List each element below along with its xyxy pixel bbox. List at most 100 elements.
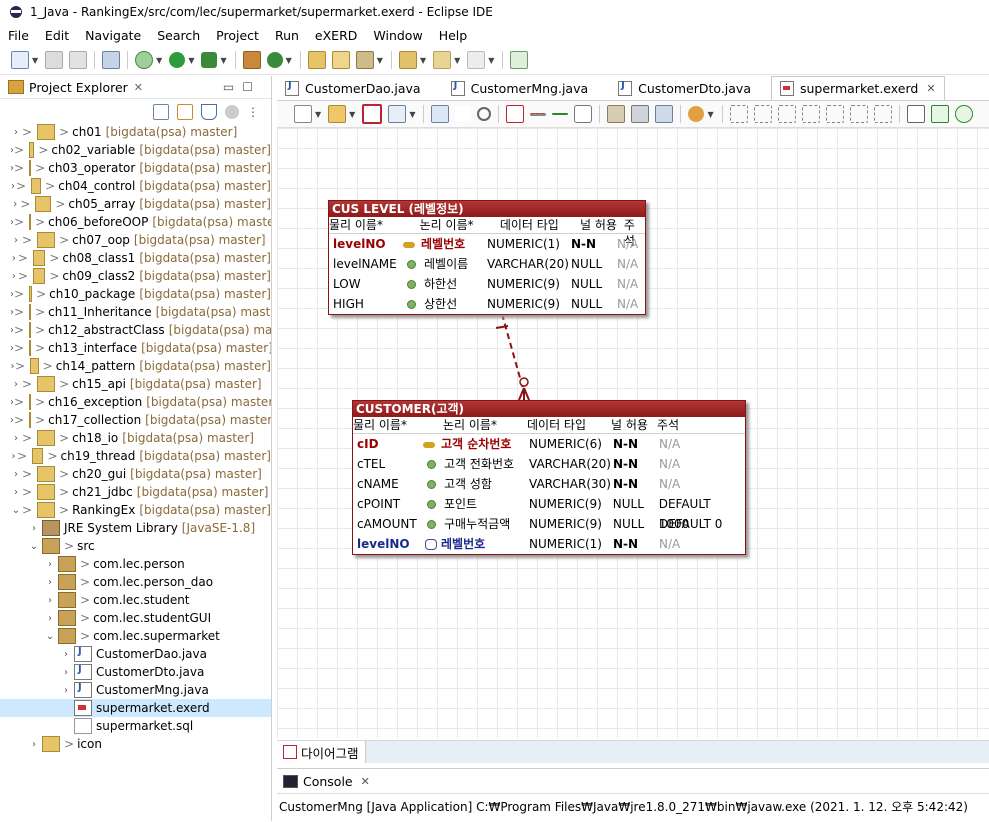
tree-project-ch03[interactable]: › > > ch03_operator [bigdata(psa) master] bbox=[0, 159, 271, 177]
zoom-icon[interactable] bbox=[477, 107, 492, 121]
notation-icon[interactable] bbox=[328, 105, 347, 123]
image-icon[interactable] bbox=[655, 105, 674, 123]
distribute-icon[interactable] bbox=[873, 105, 892, 123]
entity-customer[interactable]: CUSTOMER(고객) 물리 이름* 논리 이름* 데이터 타입 널 허용 주… bbox=[352, 400, 746, 555]
chevron-right-icon[interactable]: › bbox=[10, 433, 22, 444]
tree-project-ch07[interactable]: › > > ch07_oop [bigdata(psa) master] bbox=[0, 231, 271, 249]
chevron-right-icon[interactable]: › bbox=[10, 469, 22, 480]
align-left-icon[interactable] bbox=[729, 105, 748, 123]
debug-dropdown-icon[interactable]: ▼ bbox=[156, 56, 162, 65]
tree-project-ch19[interactable]: › > > ch19_thread [bigdata(psa) master] bbox=[0, 447, 271, 465]
menu-exerd[interactable]: eXERD bbox=[307, 28, 365, 43]
chevron-right-icon[interactable]: › bbox=[10, 235, 22, 246]
chevron-right-icon[interactable]: › bbox=[10, 127, 22, 138]
skip-breakpoints-icon[interactable] bbox=[102, 51, 121, 69]
tree-project-ch12[interactable]: ›>>ch12_abstractClass[bigdata(psa) maste bbox=[0, 321, 271, 339]
entity-row[interactable]: levelNO 레벨번호 NUMERIC(1) N-N N/A bbox=[329, 234, 645, 254]
align-bottom-icon[interactable] bbox=[849, 105, 868, 123]
entity-row[interactable]: cID 고객 순차번호 NUMERIC(6) N-N N/A bbox=[353, 434, 745, 454]
color-dropdown-icon[interactable]: ▼ bbox=[707, 110, 713, 119]
entity-row[interactable]: levelNO 레벨번호 NUMERIC(1) N-N N/A bbox=[353, 534, 745, 554]
align-right-icon[interactable] bbox=[777, 105, 796, 123]
sync-icon[interactable] bbox=[954, 105, 973, 123]
tree-jre-library[interactable]: › JRE System Library [JavaSE-1.8] bbox=[0, 519, 271, 537]
next-annotation-dropdown-icon[interactable]: ▼ bbox=[420, 56, 426, 65]
tree-project-ch09[interactable]: › > > ch09_class2 [bigdata(psa) master] bbox=[0, 267, 271, 285]
tree-package[interactable]: › > com.lec.studentGUI bbox=[0, 609, 271, 627]
forward-dropdown-icon[interactable]: ▼ bbox=[488, 56, 494, 65]
open-type-icon[interactable] bbox=[307, 51, 326, 69]
open-folder-icon[interactable] bbox=[331, 51, 350, 69]
run-icon[interactable] bbox=[169, 52, 186, 68]
hand-icon[interactable] bbox=[455, 106, 472, 122]
tree-file[interactable]: › CustomerMng.java bbox=[0, 681, 271, 699]
align-top-icon[interactable] bbox=[801, 105, 820, 123]
chevron-right-icon[interactable]: › bbox=[10, 271, 18, 282]
tree-project-ch14[interactable]: › > > ch14_pattern [bigdata(psa) master] bbox=[0, 357, 271, 375]
tab-diagram[interactable]: 다이어그램 bbox=[277, 741, 366, 763]
tree-file-selected[interactable]: supermarket.exerd bbox=[0, 699, 271, 717]
new-table-icon[interactable] bbox=[506, 105, 525, 123]
chevron-right-icon[interactable]: › bbox=[10, 379, 22, 390]
align-center-icon[interactable] bbox=[753, 105, 772, 123]
chevron-down-icon[interactable]: ⌄ bbox=[28, 541, 40, 552]
debug-icon[interactable] bbox=[135, 51, 154, 69]
chevron-right-icon[interactable]: › bbox=[10, 451, 17, 462]
chevron-right-icon[interactable]: › bbox=[44, 559, 56, 570]
tab-customerdao[interactable]: CustomerDao.java bbox=[277, 77, 429, 100]
tree-package[interactable]: › > com.lec.student bbox=[0, 591, 271, 609]
new-class-icon[interactable] bbox=[266, 52, 283, 68]
memo-icon[interactable] bbox=[574, 105, 593, 123]
focus-icon[interactable] bbox=[225, 105, 239, 119]
chevron-right-icon[interactable]: › bbox=[10, 253, 18, 264]
menu-window[interactable]: Window bbox=[365, 28, 430, 43]
menu-edit[interactable]: Edit bbox=[37, 28, 77, 43]
collapse-all-icon[interactable] bbox=[153, 104, 169, 120]
tree-project-ch10[interactable]: › > > ch10_package [bigdata(psa) master] bbox=[0, 285, 271, 303]
tree-icon-folder[interactable]: › > icon bbox=[0, 735, 271, 753]
next-annotation-icon[interactable] bbox=[398, 51, 417, 69]
tree-project-ch21[interactable]: › > > ch21_jdbc [bigdata(psa) master] bbox=[0, 483, 271, 501]
tree-file[interactable]: › CustomerDto.java bbox=[0, 663, 271, 681]
tab-customerdto[interactable]: CustomerDto.java bbox=[610, 77, 759, 100]
coverage-dropdown-icon[interactable]: ▼ bbox=[220, 56, 226, 65]
menu-project[interactable]: Project bbox=[208, 28, 267, 43]
new-icon[interactable] bbox=[11, 51, 29, 69]
notation-dropdown-icon[interactable]: ▼ bbox=[349, 110, 355, 119]
tree-project-rankingex[interactable]: ⌄ > > RankingEx [bigdata(psa) master] bbox=[0, 501, 271, 519]
table-mode-icon[interactable] bbox=[362, 104, 383, 124]
print-icon[interactable] bbox=[631, 105, 650, 123]
back-dropdown-icon[interactable]: ▼ bbox=[454, 56, 460, 65]
entity-row[interactable]: cNAME 고객 성함 VARCHAR(30) N-N N/A bbox=[353, 474, 745, 494]
tree-project-ch16[interactable]: › > > ch16_exception [bigdata(psa) master] bbox=[0, 393, 271, 411]
chevron-right-icon[interactable]: › bbox=[60, 685, 72, 696]
entity-row[interactable]: cAMOUNT 구매누적금액 NUMERIC(9) NULL DEFAULT 0 bbox=[353, 514, 745, 534]
tree-package[interactable]: › > com.lec.person_dao bbox=[0, 573, 271, 591]
tree-project-ch17[interactable]: › > > ch17_collection [bigdata(psa) master] bbox=[0, 411, 271, 429]
filter-icon[interactable] bbox=[201, 104, 217, 120]
erd-canvas[interactable]: CUS LEVEL (레벨정보) 물리 이름* 논리 이름* 데이터 타입 널 … bbox=[277, 128, 989, 738]
entity-cus-level[interactable]: CUS LEVEL (레벨정보) 물리 이름* 논리 이름* 데이터 타입 널 … bbox=[328, 200, 646, 315]
chevron-down-icon[interactable]: ⌄ bbox=[10, 505, 22, 516]
menu-file[interactable]: File bbox=[0, 28, 37, 43]
tree-project-ch01[interactable]: › > > ch01 [bigdata(psa) master] bbox=[0, 123, 271, 141]
save-all-icon[interactable] bbox=[69, 51, 88, 69]
close-icon[interactable]: ✕ bbox=[361, 775, 370, 788]
view-mode-dropdown-icon[interactable]: ▼ bbox=[409, 110, 415, 119]
chevron-right-icon[interactable]: › bbox=[60, 667, 72, 678]
tree-file[interactable]: supermarket.sql bbox=[0, 717, 271, 735]
forward-icon[interactable] bbox=[467, 51, 486, 69]
menu-search[interactable]: Search bbox=[149, 28, 208, 43]
entity-row[interactable]: levelNAME 레벨이름 VARCHAR(20) NULL N/A bbox=[329, 254, 645, 274]
tree-package[interactable]: ⌄ > com.lec.supermarket bbox=[0, 627, 271, 645]
tree-project-ch02[interactable]: › > > ch02_variable [bigdata(psa) master] bbox=[0, 141, 271, 159]
tab-customermng[interactable]: CustomerMng.java bbox=[443, 77, 597, 100]
new-dropdown-icon[interactable]: ▼ bbox=[32, 56, 38, 65]
pin-editor-icon[interactable] bbox=[510, 51, 529, 69]
search-dropdown-icon[interactable]: ▼ bbox=[377, 56, 383, 65]
layout-icon[interactable] bbox=[294, 105, 312, 123]
tree-project-ch06[interactable]: › > > ch06_beforeOOP [bigdata(psa) master] bbox=[0, 213, 271, 231]
tree-project-ch20[interactable]: › > > ch20_gui [bigdata(psa) master] bbox=[0, 465, 271, 483]
tree-src-folder[interactable]: ⌄ > src bbox=[0, 537, 271, 555]
chevron-right-icon[interactable]: › bbox=[44, 577, 56, 588]
